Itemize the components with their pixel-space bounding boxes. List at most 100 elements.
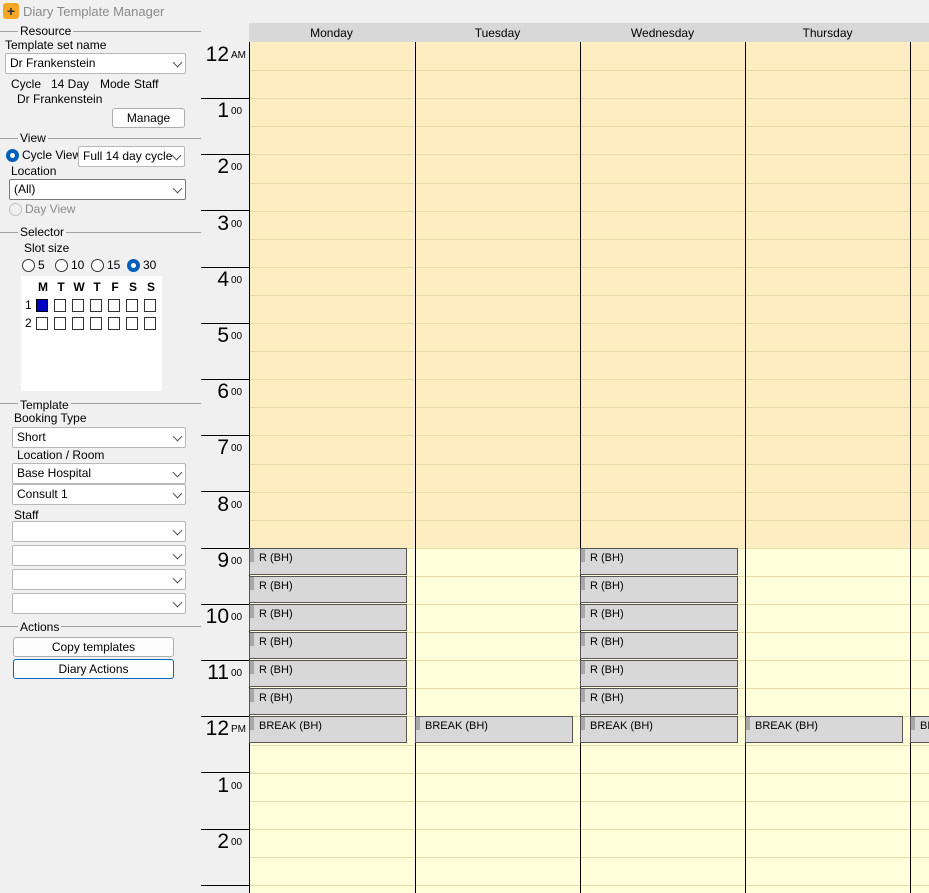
day-header-thursday[interactable]: Thursday — [745, 26, 910, 40]
room-dropdown[interactable]: Consult 1 — [12, 484, 186, 505]
day-checkbox[interactable] — [126, 317, 138, 330]
chevron-down-icon — [172, 549, 183, 560]
grid-line — [250, 435, 414, 436]
day-column[interactable] — [745, 42, 910, 893]
manage-button[interactable]: Manage — [112, 108, 185, 128]
grid-line — [581, 492, 745, 493]
booking-slot[interactable]: R (BH) — [580, 632, 738, 659]
resource-name: Dr Frankenstein — [17, 92, 103, 106]
day-header-wednesday[interactable]: Wednesday — [580, 26, 745, 40]
booking-slot[interactable]: R (BH) — [580, 660, 738, 687]
booking-slot[interactable]: BREAK (BH) — [745, 716, 903, 743]
day-checkbox[interactable] — [108, 299, 120, 312]
cycle-view-radio[interactable] — [6, 149, 19, 162]
day-header-monday[interactable]: Monday — [249, 26, 414, 40]
grid-line — [911, 632, 929, 633]
slot-size-radio-15[interactable] — [91, 259, 104, 272]
slot-size-radio-30[interactable] — [127, 259, 140, 272]
slot-size-label-10[interactable]: 10 — [71, 258, 84, 272]
day-checkbox[interactable] — [144, 317, 156, 330]
booking-slot[interactable]: R (BH) — [249, 688, 407, 715]
grid-line — [911, 295, 929, 296]
booking-slot[interactable]: BREAK (BH) — [415, 716, 573, 743]
hour-label: 1 — [217, 774, 229, 797]
grid-line — [746, 464, 910, 465]
booking-slot[interactable]: R (BH) — [249, 604, 407, 631]
grid-line — [581, 520, 745, 521]
day-checkbox[interactable] — [90, 299, 102, 312]
grid-line — [581, 829, 745, 830]
day-checkbox[interactable] — [90, 317, 102, 330]
booking-slot[interactable]: R (BH) — [580, 576, 738, 603]
location-dropdown[interactable]: Base Hospital — [12, 463, 186, 484]
day-column[interactable] — [910, 42, 929, 893]
day-view-label[interactable]: Day View — [25, 202, 75, 216]
grid-line — [250, 239, 414, 240]
staff-dropdown-4[interactable] — [12, 593, 186, 614]
grid-line — [746, 379, 910, 380]
copy-templates-button[interactable]: Copy templates — [13, 637, 174, 657]
view-location-label: Location — [11, 164, 57, 178]
staff-dropdown-1[interactable] — [12, 521, 186, 542]
day-column[interactable] — [415, 42, 580, 893]
slot-size-radio-5[interactable] — [22, 259, 35, 272]
hour-separator — [201, 772, 249, 773]
grid-line — [581, 801, 745, 802]
day-checkbox[interactable] — [72, 299, 84, 312]
grid-line — [250, 464, 414, 465]
slot-size-radio-10[interactable] — [55, 259, 68, 272]
booking-slot[interactable]: BREAK (BH) — [580, 716, 738, 743]
day-checkbox[interactable] — [72, 317, 84, 330]
booking-slot[interactable]: R (BH) — [249, 632, 407, 659]
view-location-value: (All) — [14, 182, 36, 196]
day-checkbox[interactable] — [54, 299, 66, 312]
booking-slot[interactable]: BREAK (BH) — [249, 716, 407, 743]
booking-slot[interactable]: R (BH) — [249, 660, 407, 687]
booking-slot[interactable]: R (BH) — [249, 548, 407, 575]
day-checkbox[interactable] — [144, 299, 156, 312]
location-value: Base Hospital — [17, 466, 92, 480]
staff-dropdown-3[interactable] — [12, 569, 186, 590]
hour-label: 11 — [207, 661, 229, 684]
chevron-down-icon — [172, 467, 183, 478]
grid-line — [911, 548, 929, 549]
day-checkbox[interactable] — [126, 299, 138, 312]
day-view-radio[interactable] — [9, 203, 22, 216]
grid-line — [746, 745, 910, 746]
day-checkbox[interactable] — [36, 317, 48, 330]
slot-size-label-15[interactable]: 15 — [107, 258, 120, 272]
cycle-option-dropdown[interactable]: Full 14 day cycle — [78, 146, 185, 167]
view-group-label: View — [18, 131, 48, 145]
cycle-view-label[interactable]: Cycle View — [22, 148, 81, 162]
day-checkbox[interactable] — [54, 317, 66, 330]
grid-line — [581, 407, 745, 408]
day-checkbox[interactable] — [36, 299, 48, 312]
diary-actions-button[interactable]: Diary Actions — [13, 659, 174, 679]
grid-line — [911, 183, 929, 184]
template-set-dropdown[interactable]: Dr Frankenstein — [5, 53, 186, 74]
day-column[interactable] — [249, 42, 414, 893]
grid-line — [746, 660, 910, 661]
day-header-tuesday[interactable]: Tuesday — [415, 26, 580, 40]
grid-line — [581, 745, 745, 746]
calendar-grid: Monday Tuesday Wednesday Thursday 12 AM 1 00 2 00… — [201, 23, 929, 893]
slot-size-label-5[interactable]: 5 — [38, 258, 45, 272]
week-row-number: 2 — [25, 316, 32, 330]
day-checkbox[interactable] — [108, 317, 120, 330]
grid-line — [746, 885, 910, 886]
slot-size-label-30[interactable]: 30 — [143, 258, 156, 272]
booking-slot[interactable]: R (BH) — [580, 688, 738, 715]
booking-slot[interactable]: BREAK (BH) — [910, 716, 929, 743]
grid-line — [416, 492, 580, 493]
grid-line — [416, 520, 580, 521]
left-panel: Resource Template set name Dr Frankenste… — [0, 23, 201, 893]
booking-slot[interactable]: R (BH) — [580, 604, 738, 631]
staff-dropdown-2[interactable] — [12, 545, 186, 566]
view-location-dropdown[interactable]: (All) — [9, 179, 186, 200]
day-column[interactable] — [580, 42, 745, 893]
booking-type-dropdown[interactable]: Short — [12, 427, 186, 448]
booking-slot[interactable]: R (BH) — [580, 548, 738, 575]
grid-line — [581, 435, 745, 436]
booking-slot[interactable]: R (BH) — [249, 576, 407, 603]
grid-line — [746, 295, 910, 296]
